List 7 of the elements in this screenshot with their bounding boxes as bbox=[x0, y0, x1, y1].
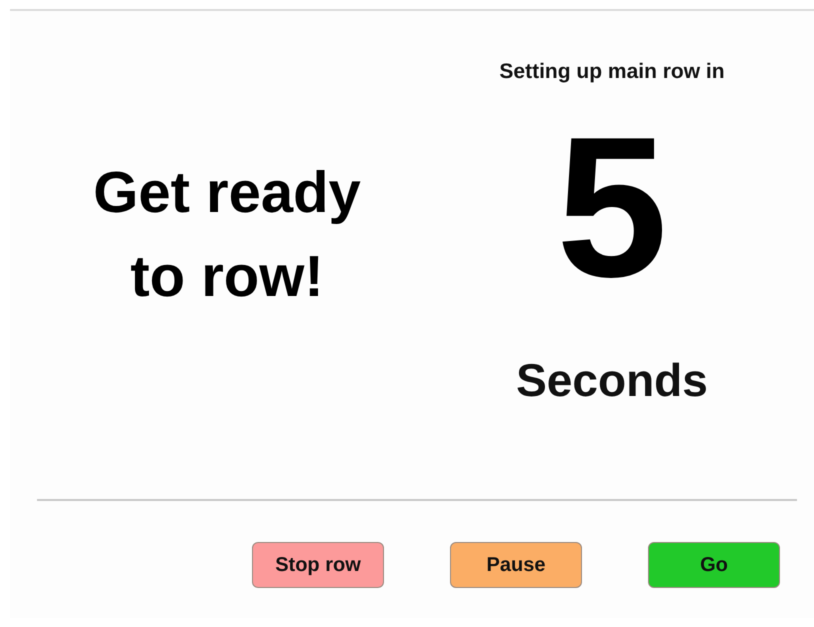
countdown-unit: Seconds bbox=[516, 352, 708, 408]
action-button[interactable]: Pause bbox=[450, 542, 582, 588]
action-button[interactable]: Stop row bbox=[252, 542, 384, 588]
countdown-caption: Setting up main row in bbox=[499, 59, 725, 85]
countdown-number: 5 bbox=[556, 108, 668, 308]
heading: Get ready to row! bbox=[92, 159, 362, 311]
action-button[interactable]: Go bbox=[648, 542, 780, 588]
